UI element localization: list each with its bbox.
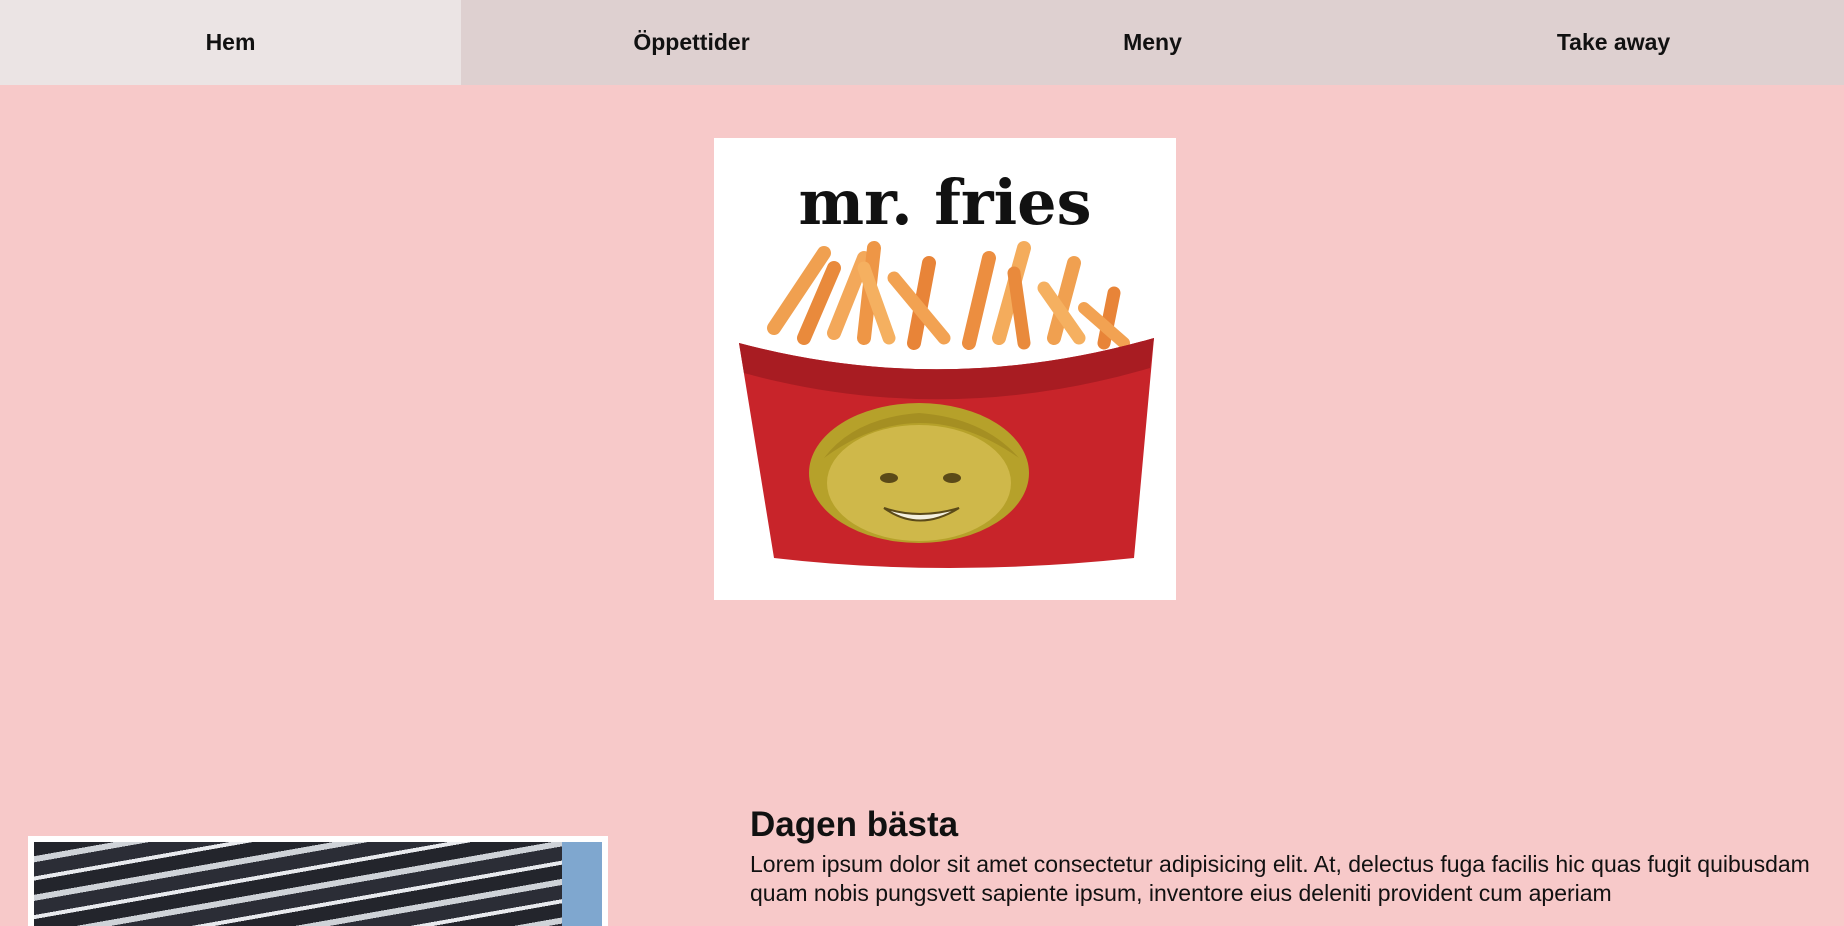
logo-illustration: mr. fries: [739, 166, 1154, 568]
daily-special-section: Dagen bästa Lorem ipsum dolor sit amet c…: [750, 800, 1810, 908]
mr-fries-logo: mr. fries: [714, 138, 1176, 600]
nav-item-hem[interactable]: Hem: [0, 0, 461, 85]
logo-text: mr. fries: [799, 166, 1092, 239]
nav-item-oppettider[interactable]: Öppettider: [461, 0, 922, 85]
section-title: Dagen bästa: [750, 805, 959, 844]
photo-image: [34, 842, 602, 926]
nav-item-take-away[interactable]: Take away: [1383, 0, 1844, 85]
top-navigation: Hem Öppettider Meny Take away: [0, 0, 1844, 85]
section-body: Lorem ipsum dolor sit amet consectetur a…: [750, 851, 1810, 906]
nav-item-meny[interactable]: Meny: [922, 0, 1383, 85]
daily-special-photo: [28, 836, 608, 926]
